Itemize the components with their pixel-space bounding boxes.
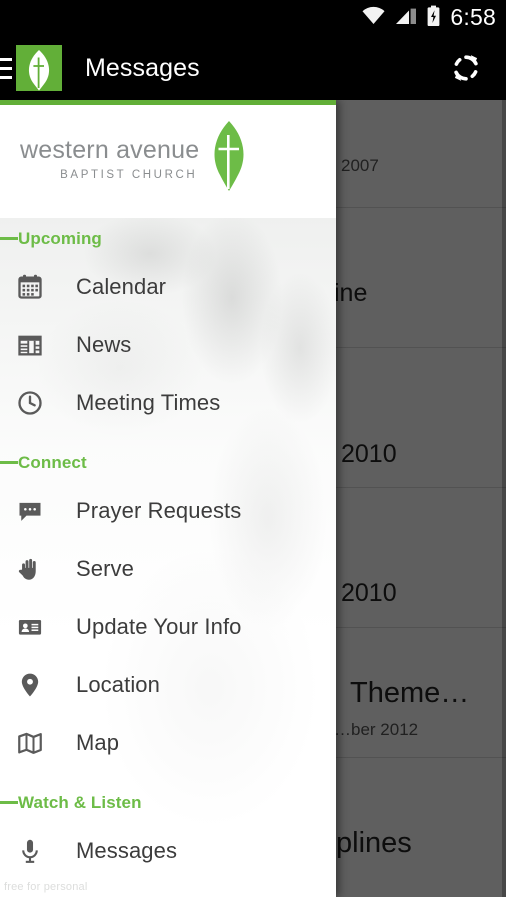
- section-dash-icon: [0, 800, 18, 804]
- menu-item-update-your-info[interactable]: Update Your Info: [0, 598, 336, 656]
- church-logo: western avenue BAPTIST CHURCH: [20, 119, 250, 200]
- menu-item-prayer-requests[interactable]: Prayer Requests: [0, 482, 336, 540]
- drawer-header: western avenue BAPTIST CHURCH: [0, 100, 336, 218]
- message-date: 2010: [341, 440, 397, 468]
- drawer-menu: Upcoming Calendar News Meeting Times Con…: [0, 218, 336, 897]
- menu-item-calendar[interactable]: Calendar: [0, 258, 336, 316]
- section-dash-icon: [0, 460, 18, 464]
- section-label: Connect: [18, 452, 87, 472]
- menu-item-label: News: [76, 332, 132, 357]
- screen-edge-shade: [502, 100, 506, 897]
- menu-item-label: Update Your Info: [76, 614, 242, 639]
- menu-item-label: Map: [76, 730, 120, 755]
- section-dash-icon: [0, 236, 18, 240]
- clock-icon: [0, 389, 60, 417]
- menu-item-location[interactable]: Location: [0, 656, 336, 714]
- menu-item-label: Meeting Times: [76, 390, 221, 415]
- battery-charging-icon: [426, 5, 441, 32]
- section-header-upcoming: Upcoming: [0, 218, 336, 258]
- app-screen: 2007 ine 2010 2010 Theme… …ber 2012 plin…: [0, 0, 506, 897]
- menu-item-label: Serve: [76, 556, 134, 581]
- chat-bubble-icon: [0, 497, 60, 525]
- table-news-icon: [0, 331, 60, 359]
- section-label: Watch & Listen: [18, 792, 142, 812]
- page-title: Messages: [85, 53, 200, 82]
- section-header-connect: Connect: [0, 442, 336, 482]
- menu-item-label: Calendar: [76, 274, 167, 299]
- image-watermark: free for personal: [4, 881, 88, 893]
- calendar-icon: [0, 273, 60, 301]
- menu-item-label: Location: [76, 672, 160, 697]
- menu-item-news[interactable]: News: [0, 316, 336, 374]
- status-bar: 6:58: [0, 0, 506, 36]
- church-logo-text: western avenue BAPTIST CHURCH: [20, 136, 200, 181]
- leaf-cross-logo-icon: [208, 119, 250, 200]
- cell-signal-icon: [395, 6, 417, 31]
- section-header-watch-listen: Watch & Listen: [0, 782, 336, 822]
- navigation-drawer[interactable]: western avenue BAPTIST CHURCH Upcoming C…: [0, 100, 336, 897]
- message-title: Theme…: [350, 677, 470, 709]
- menu-item-label: Messages: [76, 838, 178, 863]
- message-title: plines: [336, 827, 412, 859]
- message-title: ine: [334, 279, 368, 307]
- wifi-icon: [361, 6, 386, 31]
- microphone-icon: [0, 837, 60, 865]
- section-label: Upcoming: [18, 228, 102, 248]
- menu-item-serve[interactable]: Serve: [0, 540, 336, 598]
- map-pin-icon: [0, 671, 60, 699]
- menu-item-messages[interactable]: Messages: [0, 822, 336, 880]
- message-date: 2007: [341, 156, 379, 175]
- refresh-icon[interactable]: [447, 49, 485, 87]
- hand-icon: [0, 555, 60, 583]
- menu-item-meeting-times[interactable]: Meeting Times: [0, 374, 336, 432]
- church-subtitle: BAPTIST CHURCH: [60, 168, 198, 181]
- church-leaf-logo-icon: [16, 45, 62, 91]
- hamburger-menu-icon[interactable]: [0, 36, 12, 100]
- menu-item-label: Prayer Requests: [76, 498, 242, 523]
- id-card-icon: [0, 613, 60, 641]
- church-name: western avenue: [20, 136, 200, 165]
- message-date: …ber 2012: [334, 720, 419, 740]
- drawer-accent-bar: [0, 100, 336, 105]
- status-clock: 6:58: [450, 3, 496, 30]
- app-bar: Messages: [0, 36, 506, 100]
- message-title: 2010: [341, 579, 397, 607]
- menu-item-map[interactable]: Map: [0, 714, 336, 772]
- folded-map-icon: [0, 729, 60, 757]
